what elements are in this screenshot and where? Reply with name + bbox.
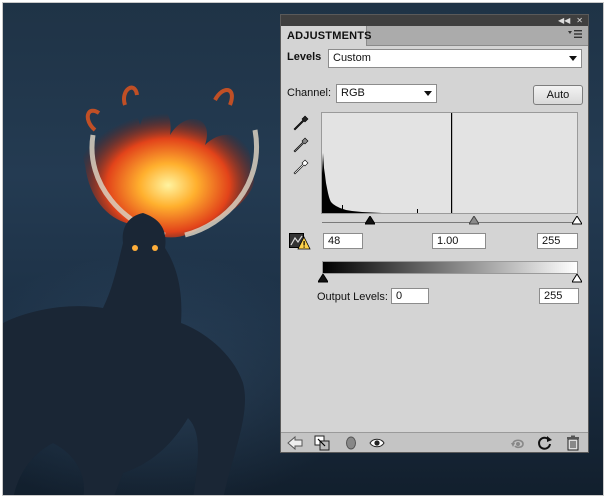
clipping-warning-icon[interactable] (289, 233, 311, 251)
panel-tab-bar: ADJUSTMENTS (281, 26, 588, 46)
layer-visibility-toggle-icon[interactable] (343, 435, 359, 451)
output-black-slider[interactable] (318, 274, 328, 283)
output-gradient-bar (322, 261, 578, 274)
input-white-field[interactable]: 255 (537, 233, 578, 249)
histogram (321, 112, 578, 214)
back-arrow-icon[interactable] (287, 435, 303, 451)
input-black-field[interactable]: 48 (323, 233, 363, 249)
output-white-field[interactable]: 255 (539, 288, 579, 304)
chevron-down-icon (424, 91, 432, 96)
gray-point-eyedropper-icon[interactable] (293, 137, 309, 155)
panel-title-bar: ◀◀ ✕ (281, 15, 588, 26)
levels-label: Levels (287, 51, 322, 63)
close-icon[interactable]: ✕ (576, 15, 583, 26)
preset-value: Custom (333, 52, 371, 64)
deer-silhouette-image (3, 213, 245, 495)
auto-button[interactable]: Auto (533, 85, 583, 105)
histogram-graph (322, 113, 453, 213)
panel-bottom-toolbar (281, 432, 588, 452)
channel-value: RGB (341, 87, 365, 99)
input-black-slider[interactable] (365, 216, 375, 225)
chevron-down-icon (569, 56, 577, 61)
channel-label: Channel: (287, 87, 332, 99)
channel-dropdown[interactable]: RGB (336, 84, 437, 103)
output-white-slider[interactable] (572, 274, 582, 283)
double-chevron-icon[interactable]: ◀◀ (558, 15, 570, 26)
black-point-eyedropper-icon[interactable] (293, 115, 309, 133)
white-point-eyedropper-icon[interactable] (293, 159, 309, 177)
output-black-field[interactable]: 0 (391, 288, 429, 304)
clip-to-layer-icon[interactable] (314, 435, 330, 451)
eye-icon[interactable] (369, 435, 385, 451)
input-white-slider[interactable] (572, 216, 582, 225)
previous-state-icon[interactable] (510, 435, 526, 451)
tab-adjustments[interactable]: ADJUSTMENTS (281, 26, 372, 46)
input-slider-track (322, 222, 578, 223)
input-gamma-field[interactable]: 1.00 (432, 233, 486, 249)
trash-icon[interactable] (565, 435, 581, 451)
reset-icon[interactable] (537, 435, 553, 451)
adjustments-panel: ◀◀ ✕ ADJUSTMENTS Levels Custom Channel: … (280, 14, 589, 453)
input-gamma-slider[interactable] (469, 216, 479, 225)
preset-dropdown[interactable]: Custom (328, 49, 582, 68)
panel-menu-icon[interactable] (568, 29, 582, 43)
output-levels-label: Output Levels: (317, 291, 388, 303)
